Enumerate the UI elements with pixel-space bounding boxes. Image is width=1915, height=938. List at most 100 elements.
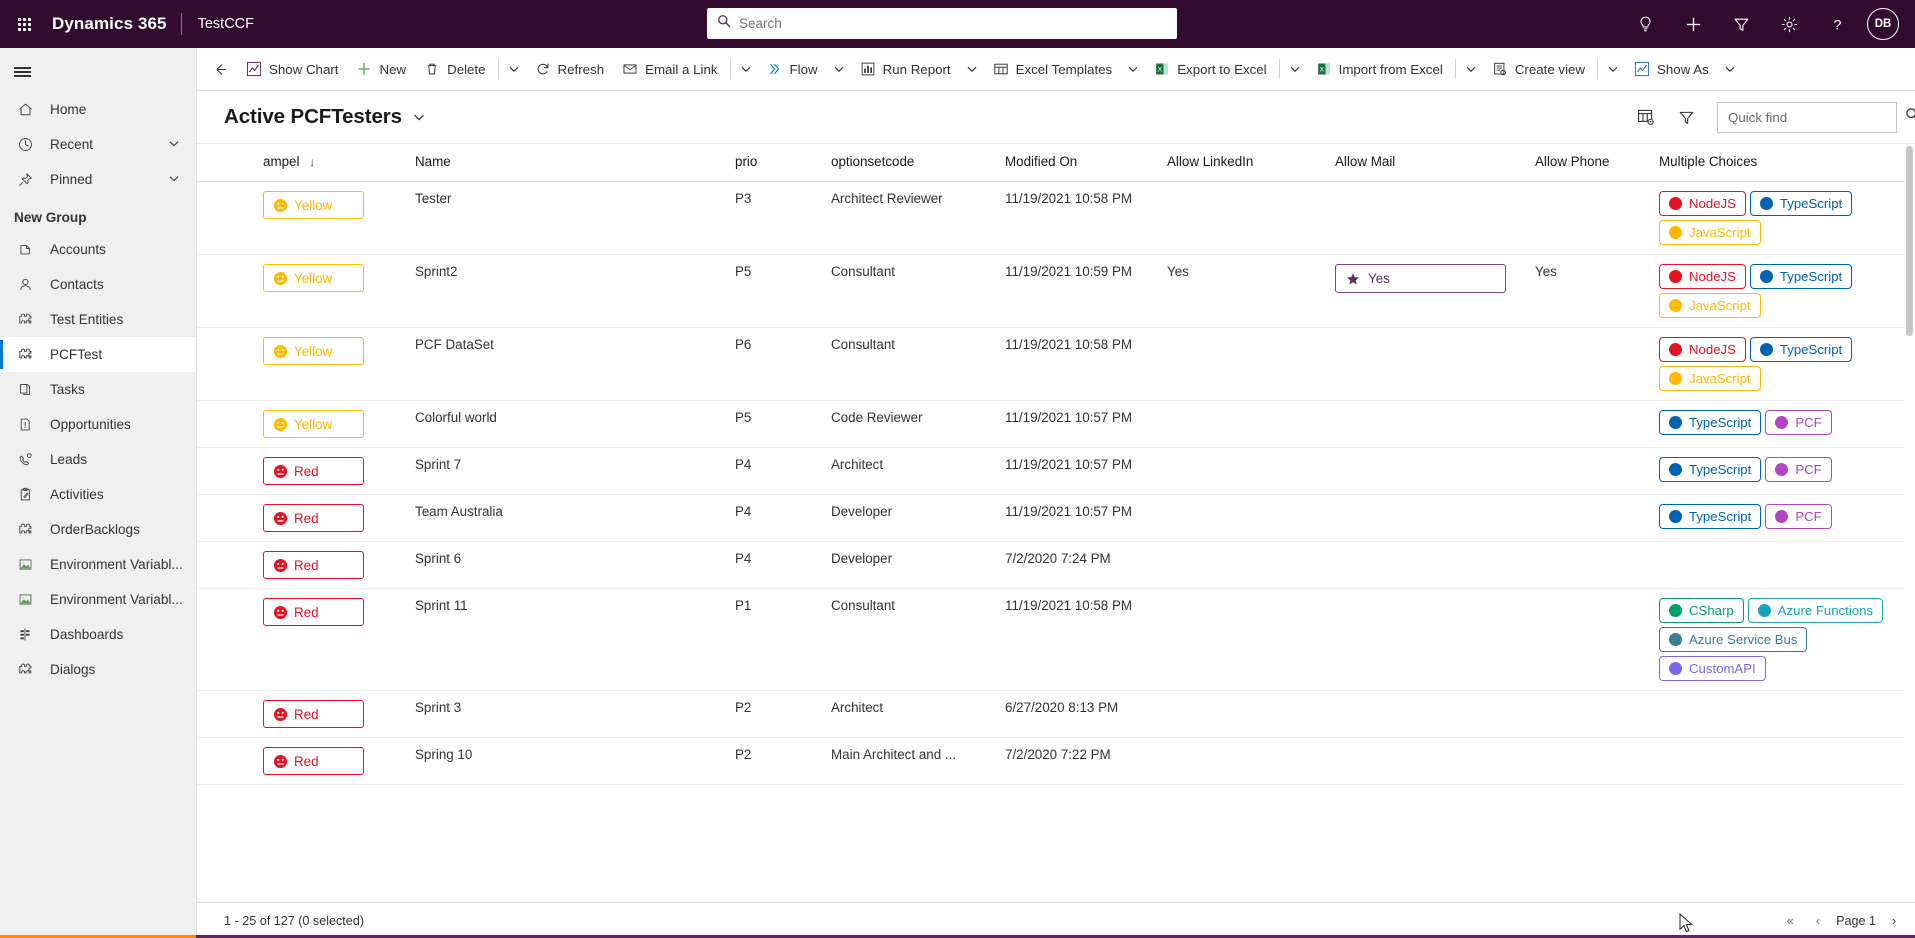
cell-multiple-choices[interactable] — [1651, 737, 1915, 785]
cell-allow-mail[interactable] — [1327, 588, 1527, 691]
status-badge[interactable]: Red — [263, 504, 364, 532]
sidebar-item-contacts[interactable]: Contacts — [0, 267, 196, 302]
cell-name[interactable]: Tester — [407, 181, 727, 255]
column-header-prio[interactable]: prio — [727, 144, 823, 182]
tag-pill[interactable]: TypeScript — [1749, 264, 1853, 289]
help-icon[interactable]: ? — [1813, 0, 1861, 48]
cell-name[interactable]: Sprint 6 — [407, 541, 727, 589]
cell-multiple-choices[interactable]: TypeScript PCF — [1651, 494, 1915, 542]
cell-modified-on[interactable]: 7/2/2020 7:24 PM — [997, 541, 1159, 589]
flow-caret[interactable] — [827, 52, 851, 86]
cell-modified-on[interactable]: 11/19/2021 10:59 PM — [997, 254, 1159, 328]
tag-pill[interactable]: Azure Service Bus — [1659, 627, 1808, 652]
cell-name[interactable]: Spring 10 — [407, 737, 727, 785]
flow-button[interactable]: Flow — [758, 52, 827, 86]
back-button[interactable] — [203, 52, 237, 86]
avatar[interactable]: DB — [1867, 8, 1899, 40]
tag-pill[interactable]: TypeScript — [1659, 457, 1762, 482]
table-row[interactable]: Red Sprint 7 P4 Architect 11/19/2021 10:57 P… — [197, 447, 1915, 495]
run-report-button[interactable]: Run Report — [851, 52, 960, 86]
cell-ampel[interactable]: Red — [255, 588, 407, 691]
cell-prio[interactable]: P2 — [727, 737, 823, 785]
sidebar-item-test-entities[interactable]: Test Entities — [0, 302, 196, 337]
export-to-excel-caret[interactable] — [1283, 52, 1307, 86]
cell-prio[interactable]: P5 — [727, 400, 823, 448]
cell-multiple-choices[interactable]: TypeScript PCF — [1651, 400, 1915, 448]
search-icon[interactable] — [1905, 107, 1915, 127]
tag-pill[interactable]: NodeJS — [1659, 191, 1746, 216]
cell-allow-phone[interactable] — [1527, 737, 1651, 785]
tag-pill[interactable]: PCF — [1765, 504, 1832, 529]
cell-modified-on[interactable]: 11/19/2021 10:58 PM — [997, 327, 1159, 401]
cell-allow-phone[interactable] — [1527, 327, 1651, 401]
table-row[interactable]: Red Team Australia P4 Developer 11/19/2021 1… — [197, 494, 1915, 542]
column-header-allow-mail[interactable]: Allow Mail — [1327, 144, 1527, 182]
refresh-button[interactable]: Refresh — [526, 52, 614, 86]
cell-ampel[interactable]: Yellow — [255, 254, 407, 328]
cell-allow-phone[interactable] — [1527, 690, 1651, 738]
quick-find[interactable] — [1717, 101, 1915, 133]
tag-pill[interactable]: TypeScript — [1659, 410, 1762, 435]
cell-name[interactable]: Sprint 3 — [407, 690, 727, 738]
cell-optionsetcode[interactable]: Architect Reviewer — [823, 181, 997, 255]
cell-optionsetcode[interactable]: Consultant — [823, 254, 997, 328]
show-chart-button[interactable]: Show Chart — [237, 52, 347, 86]
cell-ampel[interactable]: Yellow — [255, 400, 407, 448]
cell-allow-phone[interactable] — [1527, 588, 1651, 691]
next-page-button[interactable]: › — [1881, 908, 1907, 934]
row-select-cell[interactable] — [197, 494, 255, 542]
cell-allow-linkedin[interactable] — [1159, 690, 1327, 738]
cell-optionsetcode[interactable]: Consultant — [823, 588, 997, 691]
sidebar-item-opportunities[interactable]: Opportunities — [0, 407, 196, 442]
table-row[interactable]: Red Spring 10 P2 Main Architect and ... 7/2/… — [197, 737, 1915, 785]
excel-templates-caret[interactable] — [1121, 52, 1145, 86]
cell-prio[interactable]: P6 — [727, 327, 823, 401]
cell-modified-on[interactable]: 11/19/2021 10:57 PM — [997, 447, 1159, 495]
cell-modified-on[interactable]: 6/27/2020 8:13 PM — [997, 690, 1159, 738]
cell-ampel[interactable]: Red — [255, 737, 407, 785]
sidebar-item-home[interactable]: Home — [0, 92, 196, 127]
cell-optionsetcode[interactable]: Consultant — [823, 327, 997, 401]
sidebar-item-dashboards[interactable]: Dashboards — [0, 617, 196, 652]
brand-title[interactable]: Dynamics 365 — [48, 14, 181, 34]
cell-optionsetcode[interactable]: Architect — [823, 447, 997, 495]
delete-button[interactable]: Delete — [415, 52, 494, 86]
tag-pill[interactable]: TypeScript — [1749, 191, 1853, 216]
tag-pill[interactable]: CSharp — [1659, 598, 1744, 623]
edit-filters-icon[interactable] — [1673, 104, 1699, 130]
lightbulb-icon[interactable] — [1621, 0, 1669, 48]
cell-name[interactable]: Team Australia — [407, 494, 727, 542]
status-badge[interactable]: Yellow — [263, 264, 364, 292]
view-selector-chevron-down-icon[interactable] — [412, 110, 426, 124]
cell-prio[interactable]: P4 — [727, 447, 823, 495]
cell-allow-linkedin[interactable] — [1159, 494, 1327, 542]
row-select-cell[interactable] — [197, 541, 255, 589]
sidebar-item-accounts[interactable]: Accounts — [0, 232, 196, 267]
edit-columns-icon[interactable] — [1633, 104, 1659, 130]
sidebar-item-pcftest[interactable]: PCFTest — [0, 337, 196, 372]
sidebar-item-activities[interactable]: Activities — [0, 477, 196, 512]
cell-allow-mail[interactable] — [1327, 181, 1527, 255]
column-header-modified-on[interactable]: Modified On — [997, 144, 1159, 182]
app-name-label[interactable]: TestCCF — [182, 16, 254, 32]
status-badge[interactable]: Red — [263, 700, 364, 728]
status-badge[interactable]: Red — [263, 457, 364, 485]
tag-pill[interactable]: NodeJS — [1659, 337, 1746, 362]
status-badge[interactable]: Yellow — [263, 191, 364, 219]
cell-allow-phone[interactable] — [1527, 447, 1651, 495]
tag-pill[interactable]: JavaScript — [1659, 293, 1761, 318]
cell-allow-mail[interactable] — [1327, 447, 1527, 495]
row-select-cell[interactable] — [197, 327, 255, 401]
first-page-button[interactable]: « — [1777, 908, 1803, 934]
row-select-cell[interactable] — [197, 588, 255, 691]
cell-multiple-choices[interactable]: NodeJS TypeScript JavaScript — [1651, 181, 1915, 255]
column-header-allow-linkedin[interactable]: Allow LinkedIn — [1159, 144, 1327, 182]
show-as-caret[interactable] — [1718, 52, 1742, 86]
sidebar-item-tasks[interactable]: Tasks — [0, 372, 196, 407]
table-row[interactable]: Yellow Sprint2 P5 Consultant 11/19/2021 10:5… — [197, 254, 1915, 328]
column-header-multiple-choices[interactable]: Multiple Choices — [1651, 144, 1915, 182]
table-row[interactable]: Yellow Colorful world P5 Code Reviewer 11/19… — [197, 400, 1915, 448]
status-badge[interactable]: Red — [263, 747, 364, 775]
gear-icon[interactable] — [1765, 0, 1813, 48]
cell-allow-mail[interactable] — [1327, 494, 1527, 542]
